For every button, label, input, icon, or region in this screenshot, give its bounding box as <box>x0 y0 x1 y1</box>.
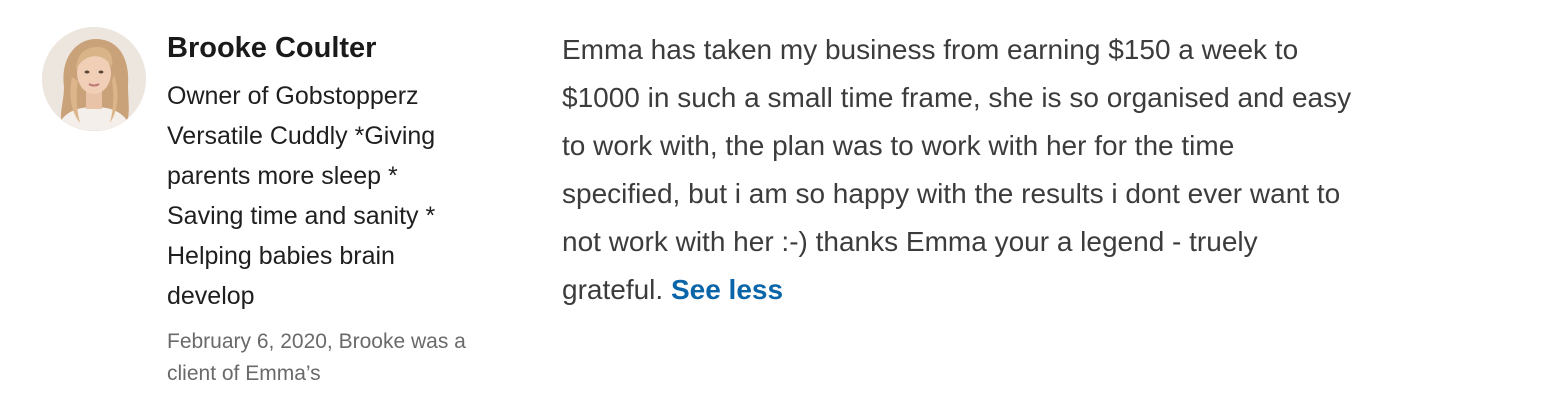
recommender-name[interactable]: Brooke Coulter <box>167 28 537 68</box>
profile-photo-icon <box>42 27 146 131</box>
meta-line: client of Emma’s <box>167 362 321 385</box>
headline-line: Saving time and sanity * <box>167 202 436 230</box>
recommendation-text-line: grateful. <box>562 274 664 305</box>
recommendation-text-line: to work with, the plan was to work with … <box>562 130 1235 161</box>
recommendation-text-line: Emma has taken my business from earning … <box>562 34 1299 65</box>
headline-line: develop <box>167 282 255 310</box>
headline-line: Helping babies brain <box>167 242 395 270</box>
see-less-link[interactable]: See less <box>671 274 783 305</box>
recommendation-meta: February 6, 2020, Brooke was a client of… <box>167 326 537 390</box>
headline-line: parents more sleep * <box>167 162 398 190</box>
headline-line: Versatile Cuddly *Giving <box>167 122 436 150</box>
recommendation-text-line: specified, but i am so happy with the re… <box>562 178 1341 209</box>
recommender-info: Brooke Coulter Owner of Gobstopperz Vers… <box>167 28 537 390</box>
recommendation-text-last-line: grateful. See less <box>562 266 1552 314</box>
recommendation-text-line: not work with her :-) thanks Emma your a… <box>562 226 1258 257</box>
avatar[interactable] <box>42 27 146 131</box>
recommendation-text: Emma has taken my business from earning … <box>562 26 1552 314</box>
recommendation-text-line: $1000 in such a small time frame, she is… <box>562 82 1352 113</box>
headline-line: Owner of Gobstopperz <box>167 82 419 110</box>
meta-line: February 6, 2020, Brooke was a <box>167 330 466 353</box>
recommender-headline: Owner of Gobstopperz Versatile Cuddly *G… <box>167 76 537 316</box>
recommendation-card: Brooke Coulter Owner of Gobstopperz Vers… <box>0 0 1566 400</box>
